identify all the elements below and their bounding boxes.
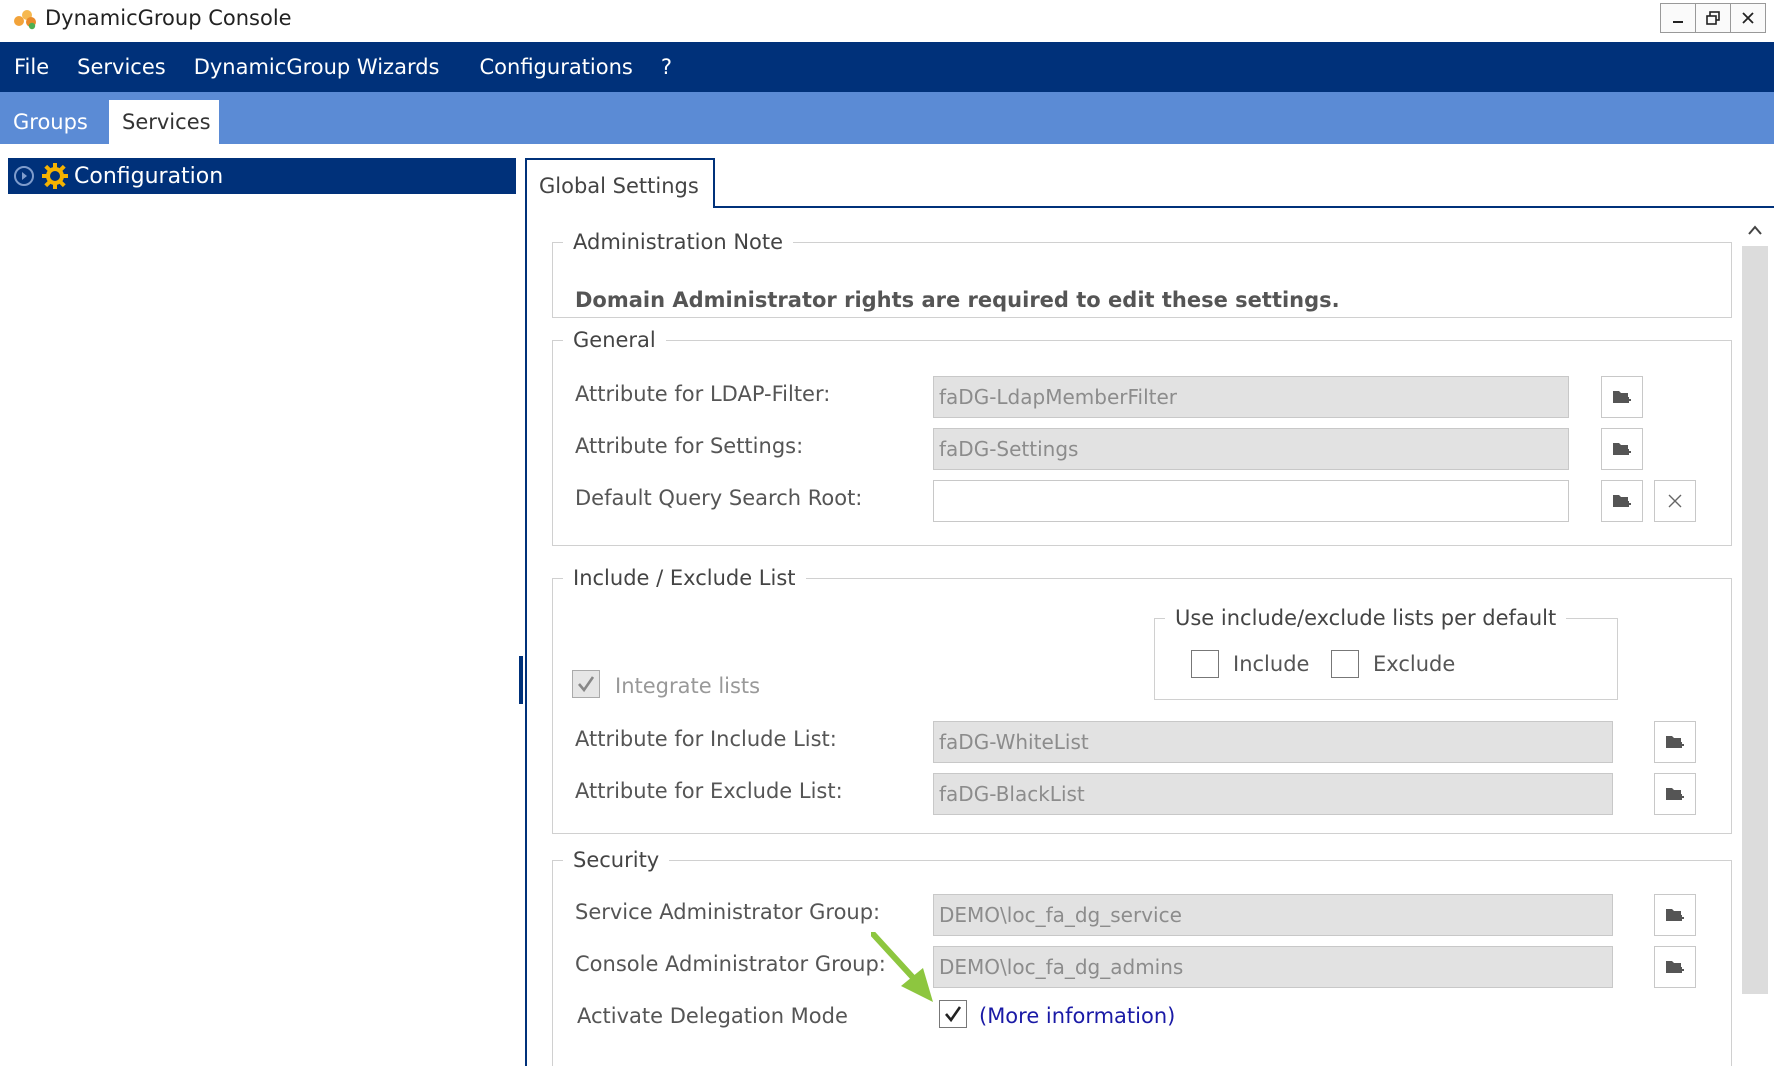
- include-list-field[interactable]: faDG-WhiteList: [933, 721, 1613, 763]
- default-lists-title: Use include/exclude lists per default: [1175, 606, 1557, 630]
- settings-attribute-browse-button[interactable]: [1601, 428, 1643, 470]
- search-root-field[interactable]: [933, 480, 1569, 522]
- menu-help[interactable]: ?: [647, 42, 686, 92]
- checkmark-icon: [945, 1006, 962, 1023]
- menu-dynamicgroup-wizards[interactable]: DynamicGroup Wizards: [180, 42, 454, 92]
- scroll-thumb[interactable]: [1742, 246, 1768, 994]
- browse-folder-icon: [1666, 788, 1684, 800]
- ldap-filter-label: Attribute for LDAP-Filter:: [575, 382, 831, 406]
- general-title: General: [573, 328, 656, 352]
- restore-button[interactable]: [1695, 3, 1731, 33]
- admin-note-group: Administration Note Domain Administrator…: [552, 230, 1732, 318]
- console-admin-group-field[interactable]: DEMO\loc_fa_dg_admins: [933, 946, 1613, 988]
- window-controls: [1660, 3, 1766, 33]
- security-title: Security: [573, 848, 660, 872]
- ldap-filter-browse-button[interactable]: [1601, 376, 1643, 418]
- include-list-label: Attribute for Include List:: [575, 727, 837, 751]
- exclude-default-label: Exclude: [1373, 652, 1456, 676]
- more-information-link[interactable]: (More information): [979, 1004, 1175, 1028]
- vertical-scrollbar[interactable]: [1742, 216, 1768, 1066]
- service-admin-group-browse-button[interactable]: [1654, 894, 1696, 936]
- settings-panel: Administration Note Domain Administrator…: [525, 206, 1774, 1066]
- exclude-list-browse-button[interactable]: [1654, 773, 1696, 815]
- browse-folder-icon: [1613, 443, 1631, 455]
- pane-splitter[interactable]: [519, 656, 523, 704]
- integrate-lists-label: Integrate lists: [615, 674, 761, 698]
- minimize-icon: [1673, 21, 1683, 23]
- include-default-checkbox[interactable]: [1191, 650, 1219, 678]
- console-admin-group-label: Console Administrator Group:: [575, 952, 886, 976]
- app-logo-icon: [14, 10, 36, 30]
- service-admin-group-field[interactable]: DEMO\loc_fa_dg_service: [933, 894, 1613, 936]
- tree-item-label: Configuration: [74, 163, 224, 189]
- settings-attribute-field[interactable]: faDG-Settings: [933, 428, 1569, 470]
- service-admin-group-label: Service Administrator Group:: [575, 900, 881, 924]
- tree-expander-icon[interactable]: [14, 166, 34, 186]
- gear-icon: [42, 163, 68, 189]
- title-bar: DynamicGroup Console: [0, 0, 1774, 38]
- tab-groups[interactable]: Groups: [0, 100, 101, 144]
- clear-icon: [1668, 494, 1682, 508]
- menu-file[interactable]: File: [0, 42, 63, 92]
- include-exclude-title: Include / Exclude List: [573, 566, 796, 590]
- admin-note-text: Domain Administrator rights are required…: [575, 288, 1340, 312]
- search-root-clear-button[interactable]: [1654, 480, 1696, 522]
- integrate-lists-checkbox[interactable]: [572, 670, 600, 698]
- exclude-default-checkbox[interactable]: [1331, 650, 1359, 678]
- settings-scroll-area: Administration Note Domain Administrator…: [527, 208, 1733, 1066]
- menu-configurations[interactable]: Configurations: [466, 42, 647, 92]
- ldap-filter-field[interactable]: faDG-LdapMemberFilter: [933, 376, 1569, 418]
- delegation-mode-label: Activate Delegation Mode: [577, 1004, 848, 1028]
- minimize-button[interactable]: [1660, 3, 1696, 33]
- browse-folder-icon: [1613, 495, 1631, 507]
- exclude-list-field[interactable]: faDG-BlackList: [933, 773, 1613, 815]
- annotation-arrow-icon: [871, 932, 933, 1002]
- search-root-label: Default Query Search Root:: [575, 486, 863, 510]
- close-window-button[interactable]: [1730, 3, 1766, 33]
- tab-global-settings[interactable]: Global Settings: [525, 158, 715, 208]
- tab-services[interactable]: Services: [109, 100, 219, 144]
- window-title: DynamicGroup Console: [45, 6, 292, 30]
- restore-icon: [1706, 11, 1720, 25]
- delegation-mode-checkbox[interactable]: [939, 1000, 967, 1028]
- menu-bar: File Services DynamicGroup Wizards Confi…: [0, 42, 1774, 92]
- browse-folder-icon: [1666, 736, 1684, 748]
- chevron-up-icon: [1748, 225, 1762, 235]
- browse-folder-icon: [1613, 391, 1631, 403]
- admin-note-title: Administration Note: [573, 230, 784, 254]
- browse-folder-icon: [1666, 909, 1684, 921]
- browse-folder-icon: [1666, 961, 1684, 973]
- navigation-tree: Configuration: [8, 158, 516, 1066]
- scroll-up-button[interactable]: [1742, 216, 1768, 244]
- checkmark-icon: [578, 676, 595, 693]
- main-tab-strip: Groups Services: [0, 92, 1774, 144]
- exclude-list-label: Attribute for Exclude List:: [575, 779, 843, 803]
- console-admin-group-browse-button[interactable]: [1654, 946, 1696, 988]
- search-root-browse-button[interactable]: [1601, 480, 1643, 522]
- include-default-label: Include: [1233, 652, 1310, 676]
- tree-item-configuration[interactable]: Configuration: [8, 158, 516, 194]
- include-list-browse-button[interactable]: [1654, 721, 1696, 763]
- close-icon: [1742, 12, 1754, 24]
- menu-services[interactable]: Services: [63, 42, 180, 92]
- settings-attribute-label: Attribute for Settings:: [575, 434, 804, 458]
